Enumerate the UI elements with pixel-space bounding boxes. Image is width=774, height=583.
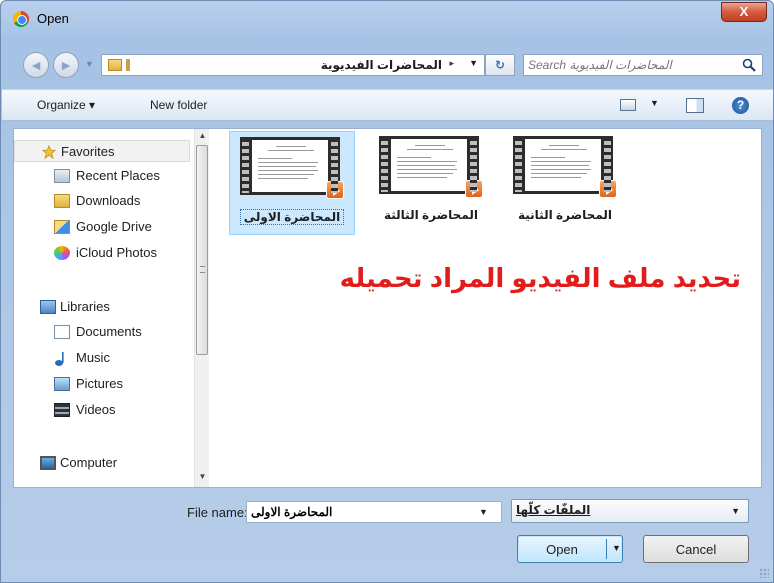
videos-icon (54, 403, 70, 417)
back-arrow-icon: ◄ (29, 57, 43, 73)
recent-locations-dropdown[interactable]: ▼ (85, 59, 95, 69)
forward-arrow-icon: ► (59, 57, 73, 73)
file-name-label: المحاضرة الاولى (230, 209, 354, 225)
file-name-label-text: File name: (187, 505, 248, 520)
organize-menu-button[interactable]: Organize ▾ (37, 98, 95, 112)
help-icon[interactable]: ? (732, 97, 749, 114)
file-item[interactable]: المحاضرة الاولى (229, 131, 355, 235)
resize-grip-icon[interactable] (759, 568, 769, 578)
preview-pane-icon[interactable] (686, 98, 704, 113)
nav-label: Downloads (76, 193, 141, 208)
chevron-down-icon: ▼ (731, 506, 740, 516)
cancel-button[interactable]: Cancel (643, 535, 749, 563)
refresh-icon: ↻ (494, 58, 506, 72)
nav-label: Computer (60, 455, 118, 470)
nav-item-pictures[interactable]: Pictures (14, 373, 190, 395)
open-button-label: Open (546, 542, 578, 557)
change-view-icon[interactable] (620, 99, 636, 111)
nav-label: Documents (76, 324, 142, 339)
media-player-icon (465, 180, 483, 198)
nav-item-videos[interactable]: Videos (14, 399, 190, 421)
nav-label: Music (76, 350, 110, 365)
file-name-label: المحاضرة الثالثة (383, 208, 478, 222)
nav-label: Recent Places (76, 168, 160, 183)
nav-item-downloads[interactable]: Downloads (14, 190, 190, 212)
nav-label: Google Drive (76, 219, 152, 234)
nav-item-google-drive[interactable]: Google Drive (14, 216, 190, 238)
file-item[interactable]: المحاضرة الثانية (503, 131, 629, 235)
pictures-icon (54, 377, 70, 391)
music-icon (54, 351, 70, 366)
file-name-dropdown-icon[interactable]: ▼ (479, 507, 488, 517)
file-name-field[interactable] (246, 501, 502, 523)
chrome-app-icon (13, 11, 29, 27)
split-divider (606, 539, 607, 559)
scrollbar-thumb[interactable] (196, 145, 208, 355)
icloud-photos-icon (54, 246, 70, 260)
command-toolbar: Organize ▾ New folder ▼ ? (2, 89, 773, 121)
folder-icon (108, 59, 122, 71)
nav-label: Libraries (60, 299, 110, 314)
media-player-icon (599, 180, 617, 198)
view-options-dropdown[interactable]: ▼ (650, 98, 659, 108)
nav-item-music[interactable]: Music (14, 347, 190, 369)
nav-item-recent-places[interactable]: Recent Places (14, 165, 190, 187)
nav-label: Favorites (61, 144, 115, 159)
file-type-value: الملفّات كلّها (516, 503, 591, 517)
open-options-dropdown-icon[interactable]: ▼ (612, 543, 621, 553)
folder-icon (54, 194, 70, 208)
documents-icon (54, 325, 70, 339)
refresh-button[interactable]: ↻ (485, 54, 515, 76)
video-thumbnail (240, 137, 344, 199)
video-thumbnail (513, 136, 617, 198)
close-button[interactable]: X (721, 2, 767, 22)
search-box[interactable] (523, 54, 763, 76)
file-item[interactable]: المحاضرة الثالثة (369, 131, 495, 235)
nav-label: Videos (76, 402, 116, 417)
nav-item-computer[interactable]: Computer (14, 452, 190, 474)
scroll-down-arrow-icon[interactable]: ▼ (197, 472, 208, 483)
file-type-select[interactable]: الملفّات كلّها ▼ (511, 499, 749, 523)
breadcrumb-separator-icon[interactable]: ▸ (449, 58, 454, 69)
open-dialog: Open X ◄ ► ▼ المحاضرات الفيديوية ▸ ▼ ↻ O… (0, 0, 774, 583)
nav-label: iCloud Photos (76, 245, 157, 260)
file-list: المحاضرة الاولى المحاضرة الثالثة المحاضر… (209, 128, 762, 488)
nav-item-favorites[interactable]: Favorites (14, 140, 190, 162)
google-drive-icon (54, 220, 70, 234)
libraries-icon (40, 300, 56, 314)
star-icon (41, 145, 57, 159)
window-title: Open (37, 11, 69, 26)
scroll-up-arrow-icon[interactable]: ▲ (197, 131, 208, 142)
nav-label: Pictures (76, 376, 123, 391)
recent-places-icon (54, 169, 70, 183)
breadcrumb-current-folder[interactable]: المحاضرات الفيديوية (321, 58, 442, 72)
media-player-icon (326, 181, 344, 199)
nav-item-icloud-photos[interactable]: iCloud Photos (14, 242, 190, 264)
navigation-pane: Favorites Recent Places Downloads Google… (13, 128, 209, 488)
nav-item-libraries[interactable]: Libraries (14, 296, 190, 318)
address-history-dropdown[interactable]: ▼ (469, 58, 478, 68)
file-name-label: المحاضرة الثانية (517, 208, 612, 222)
computer-icon (40, 456, 56, 470)
video-thumbnail (379, 136, 483, 198)
instruction-annotation: تحديد ملف الفيديو المراد تحميله (339, 263, 741, 293)
nav-scrollbar[interactable]: ▲ ▼ (194, 129, 209, 487)
open-button[interactable]: Open ▼ (517, 535, 623, 563)
nav-item-documents[interactable]: Documents (14, 321, 190, 343)
back-button[interactable]: ◄ (23, 52, 49, 78)
folder-stack-icon (126, 59, 130, 71)
new-folder-button[interactable]: New folder (150, 98, 207, 112)
search-icon[interactable] (742, 58, 756, 72)
search-input[interactable] (528, 57, 738, 73)
address-bar[interactable]: المحاضرات الفيديوية ▸ ▼ (101, 54, 485, 76)
grip-icon (200, 266, 205, 273)
title-bar[interactable]: Open X (1, 1, 773, 35)
forward-button[interactable]: ► (53, 52, 79, 78)
